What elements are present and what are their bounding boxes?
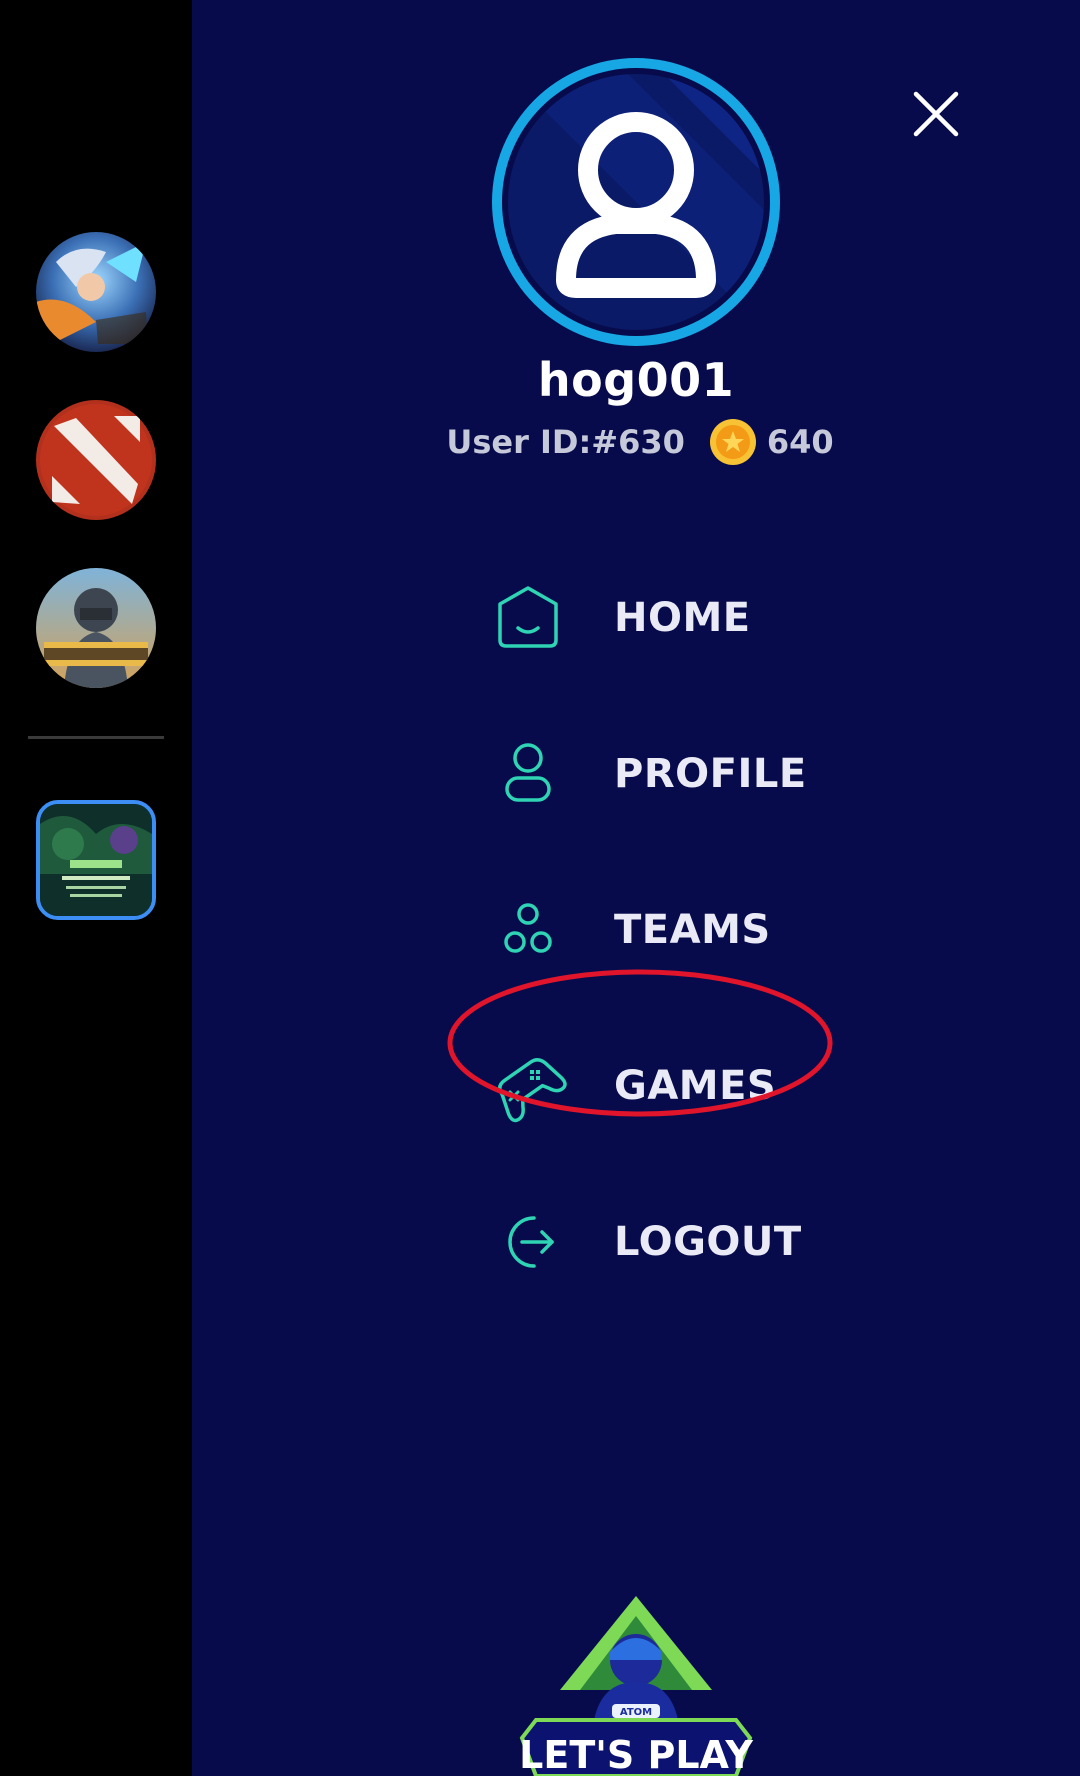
teams-icon — [488, 890, 568, 970]
game-rail — [0, 0, 192, 1776]
menu-label-games: GAMES — [614, 1063, 777, 1109]
pubg-icon[interactable] — [36, 568, 156, 688]
coin-icon — [709, 418, 757, 466]
logout-icon — [488, 1202, 568, 1282]
mobile-legends-icon[interactable] — [36, 232, 156, 352]
username: hog001 — [537, 353, 735, 407]
default-avatar — [508, 74, 764, 330]
weekend-battle-thumbnail[interactable] — [36, 800, 156, 920]
menu-item-games[interactable]: GAMES — [488, 1008, 908, 1164]
logo-badge: ATOM — [620, 1707, 652, 1718]
home-icon — [488, 578, 568, 658]
menu-item-logout[interactable]: LOGOUT — [488, 1164, 908, 1320]
user-meta: User ID:#630 640 — [440, 412, 840, 472]
rail-divider — [28, 736, 164, 739]
close-button[interactable] — [906, 84, 966, 144]
lets-play-logo: ATOM LET'S PLAY — [512, 1590, 760, 1776]
drawer-menu: HOME PROFILE TEAMS GAMES LOGOUT — [488, 540, 908, 1320]
close-icon — [913, 91, 959, 137]
avatar[interactable] — [492, 58, 780, 346]
user-icon — [488, 734, 568, 814]
user-id: User ID:#630 — [446, 423, 685, 461]
coin-balance: 640 — [766, 423, 834, 461]
gamepad-icon — [488, 1046, 568, 1126]
logo-text: LET'S PLAY — [519, 1733, 753, 1776]
dota2-icon[interactable] — [36, 400, 156, 520]
menu-label-profile: PROFILE — [614, 751, 807, 797]
menu-item-teams[interactable]: TEAMS — [488, 852, 908, 1008]
menu-label-teams: TEAMS — [614, 907, 771, 953]
menu-label-logout: LOGOUT — [614, 1219, 802, 1265]
menu-item-profile[interactable]: PROFILE — [488, 696, 908, 852]
menu-item-home[interactable]: HOME — [488, 540, 908, 696]
menu-label-home: HOME — [614, 595, 751, 641]
app-screen: hog001 User ID:#630 640 HOME PROFILE TEA… — [0, 0, 1080, 1776]
